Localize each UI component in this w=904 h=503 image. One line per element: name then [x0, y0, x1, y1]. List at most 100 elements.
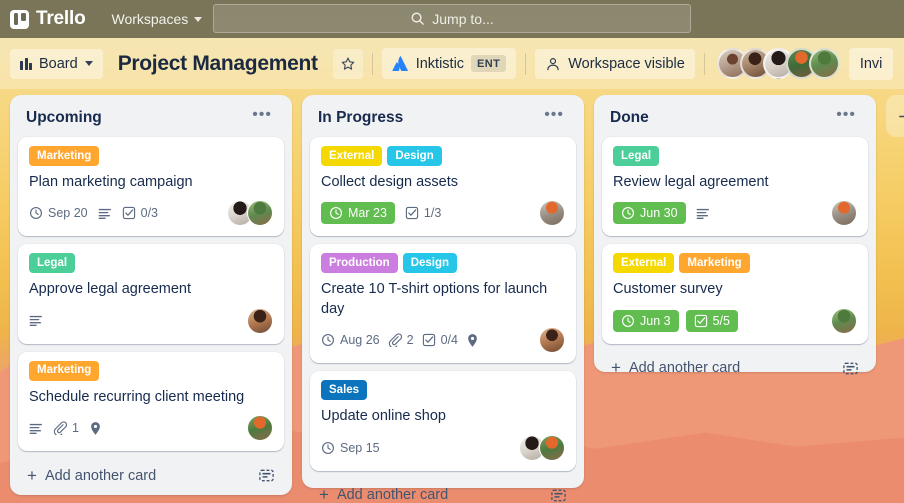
checklist-text: 0/4 [440, 333, 458, 348]
due-date-text: Mar 23 [348, 206, 387, 221]
description-icon [29, 423, 42, 434]
card-labels: External Marketing [613, 253, 857, 274]
add-card-label: Add another card [628, 360, 741, 377]
list-actions-icon[interactable]: ••• [832, 107, 860, 126]
label-marketing[interactable]: Marketing [679, 253, 750, 274]
card-avatar-c[interactable] [539, 327, 565, 354]
plus-icon: + [611, 358, 621, 378]
search-input[interactable]: Jump to... [213, 4, 691, 33]
card-collect-design-assets[interactable]: External Design Collect design assets Ma… [310, 137, 576, 237]
description-badge [98, 207, 112, 220]
list-actions-icon[interactable]: ••• [248, 107, 276, 126]
card-badges [29, 307, 273, 334]
card-approve-legal-agreement[interactable]: Legal Approve legal agreement [18, 244, 284, 344]
card-avatar-b[interactable] [831, 307, 857, 334]
card-avatar-c[interactable] [247, 307, 273, 334]
workspace-chip[interactable]: Inktistic ENT [381, 48, 517, 79]
attachment-count: 1 [72, 421, 79, 436]
card-create-tshirt-options[interactable]: Production Design Create 10 T-shirt opti… [310, 244, 576, 364]
label-production[interactable]: Production [321, 253, 398, 274]
checklist-text: 1/3 [423, 206, 442, 221]
chevron-down-icon [84, 61, 93, 66]
due-date-badge[interactable]: Sep 20 [29, 206, 88, 220]
card-avatar-b[interactable] [247, 200, 273, 227]
collapsed-list-panel[interactable] [886, 95, 904, 137]
card-customer-survey[interactable]: External Marketing Customer survey Jun 3 [602, 244, 868, 344]
header-divider [525, 52, 527, 75]
star-icon [341, 57, 355, 70]
card-avatar-d[interactable] [539, 434, 565, 461]
star-board-button[interactable] [332, 48, 363, 79]
label-sales[interactable]: Sales [321, 380, 368, 401]
card-schedule-recurring-client-meeting[interactable]: Marketing Schedule recurring client meet… [18, 351, 284, 452]
board-members[interactable] [714, 48, 840, 79]
card-template-icon[interactable] [258, 467, 275, 484]
due-date-text: Jun 3 [640, 313, 671, 328]
due-date-badge[interactable]: Jun 30 [613, 202, 686, 225]
description-icon [29, 316, 42, 327]
trello-home-link[interactable]: Trello [10, 8, 86, 30]
board-view-label: Board [39, 55, 78, 72]
workspaces-menu[interactable]: Workspaces [103, 6, 210, 32]
label-marketing[interactable]: Marketing [29, 360, 100, 381]
list-actions-icon[interactable]: ••• [540, 107, 568, 126]
card-review-legal-agreement[interactable]: Legal Review legal agreement Jun 30 [602, 137, 868, 237]
add-card-button-in-progress[interactable]: + Add another card [310, 477, 576, 503]
checklist-icon [405, 207, 419, 220]
due-date-badge[interactable]: Mar 23 [321, 202, 395, 225]
label-external[interactable]: External [613, 253, 675, 274]
label-design[interactable]: Design [402, 253, 458, 274]
search-placeholder: Jump to... [432, 10, 494, 27]
board-visibility-button[interactable]: Workspace visible [535, 48, 695, 79]
checklist-badge: 1/3 [405, 206, 441, 220]
card-update-online-shop[interactable]: Sales Update online shop Sep 15 [310, 371, 576, 471]
card-avatar-d[interactable] [539, 200, 565, 227]
location-pin-icon [468, 334, 477, 347]
card-labels: Legal [29, 253, 273, 274]
list-title: Upcoming [26, 109, 102, 126]
workspace-plan-badge: ENT [471, 55, 507, 72]
clock-icon [30, 207, 42, 220]
checklist-badge: 0/3 [122, 206, 158, 220]
member-avatar-5[interactable] [808, 48, 840, 79]
due-date-badge[interactable]: Aug 26 [321, 333, 380, 347]
list-header: Done ••• [602, 103, 868, 137]
description-badge [29, 422, 43, 435]
list-cards: External Design Collect design assets Ma… [310, 137, 576, 471]
list-title: In Progress [318, 109, 404, 126]
description-icon [696, 208, 709, 219]
card-title: Collect design assets [321, 173, 459, 190]
label-legal[interactable]: Legal [29, 253, 76, 274]
card-avatar-d[interactable] [831, 200, 857, 227]
card-template-icon[interactable] [842, 360, 859, 377]
checklist-badge[interactable]: 5/5 [685, 309, 738, 332]
paperclip-icon [53, 421, 67, 436]
card-title: Customer survey [613, 281, 723, 298]
board-view-switcher[interactable]: Board [10, 48, 103, 79]
paperclip-icon [388, 333, 402, 348]
workspace-name: Inktistic [415, 55, 465, 72]
attachment-count: 2 [406, 333, 414, 348]
card-title: Review legal agreement [613, 173, 769, 190]
card-template-icon[interactable] [550, 487, 567, 503]
label-design[interactable]: Design [387, 146, 442, 166]
label-external[interactable]: External [321, 146, 383, 166]
card-members [539, 327, 565, 354]
due-date-text: Sep 20 [48, 206, 88, 221]
due-date-badge[interactable]: Jun 3 [613, 309, 679, 332]
add-card-button-upcoming[interactable]: + Add another card [18, 457, 284, 492]
invite-button[interactable]: Invi [848, 47, 894, 80]
label-legal[interactable]: Legal [613, 146, 660, 166]
card-members [247, 307, 273, 334]
add-card-button-done[interactable]: + Add another card [602, 350, 868, 385]
card-members [247, 415, 273, 442]
list-done: Done ••• Legal Review legal agreement Ju… [594, 95, 876, 376]
card-title: Create 10 T-shirt options for launch day [321, 281, 548, 317]
description-icon [98, 208, 111, 219]
due-date-text: Sep 15 [340, 440, 380, 455]
due-date-badge[interactable]: Sep 15 [321, 441, 380, 455]
label-marketing[interactable]: Marketing [29, 146, 100, 166]
card-avatar-d[interactable] [247, 415, 273, 442]
card-members [227, 200, 273, 227]
card-plan-marketing-campaign[interactable]: Marketing Plan marketing campaign Sep 20 [18, 137, 284, 237]
